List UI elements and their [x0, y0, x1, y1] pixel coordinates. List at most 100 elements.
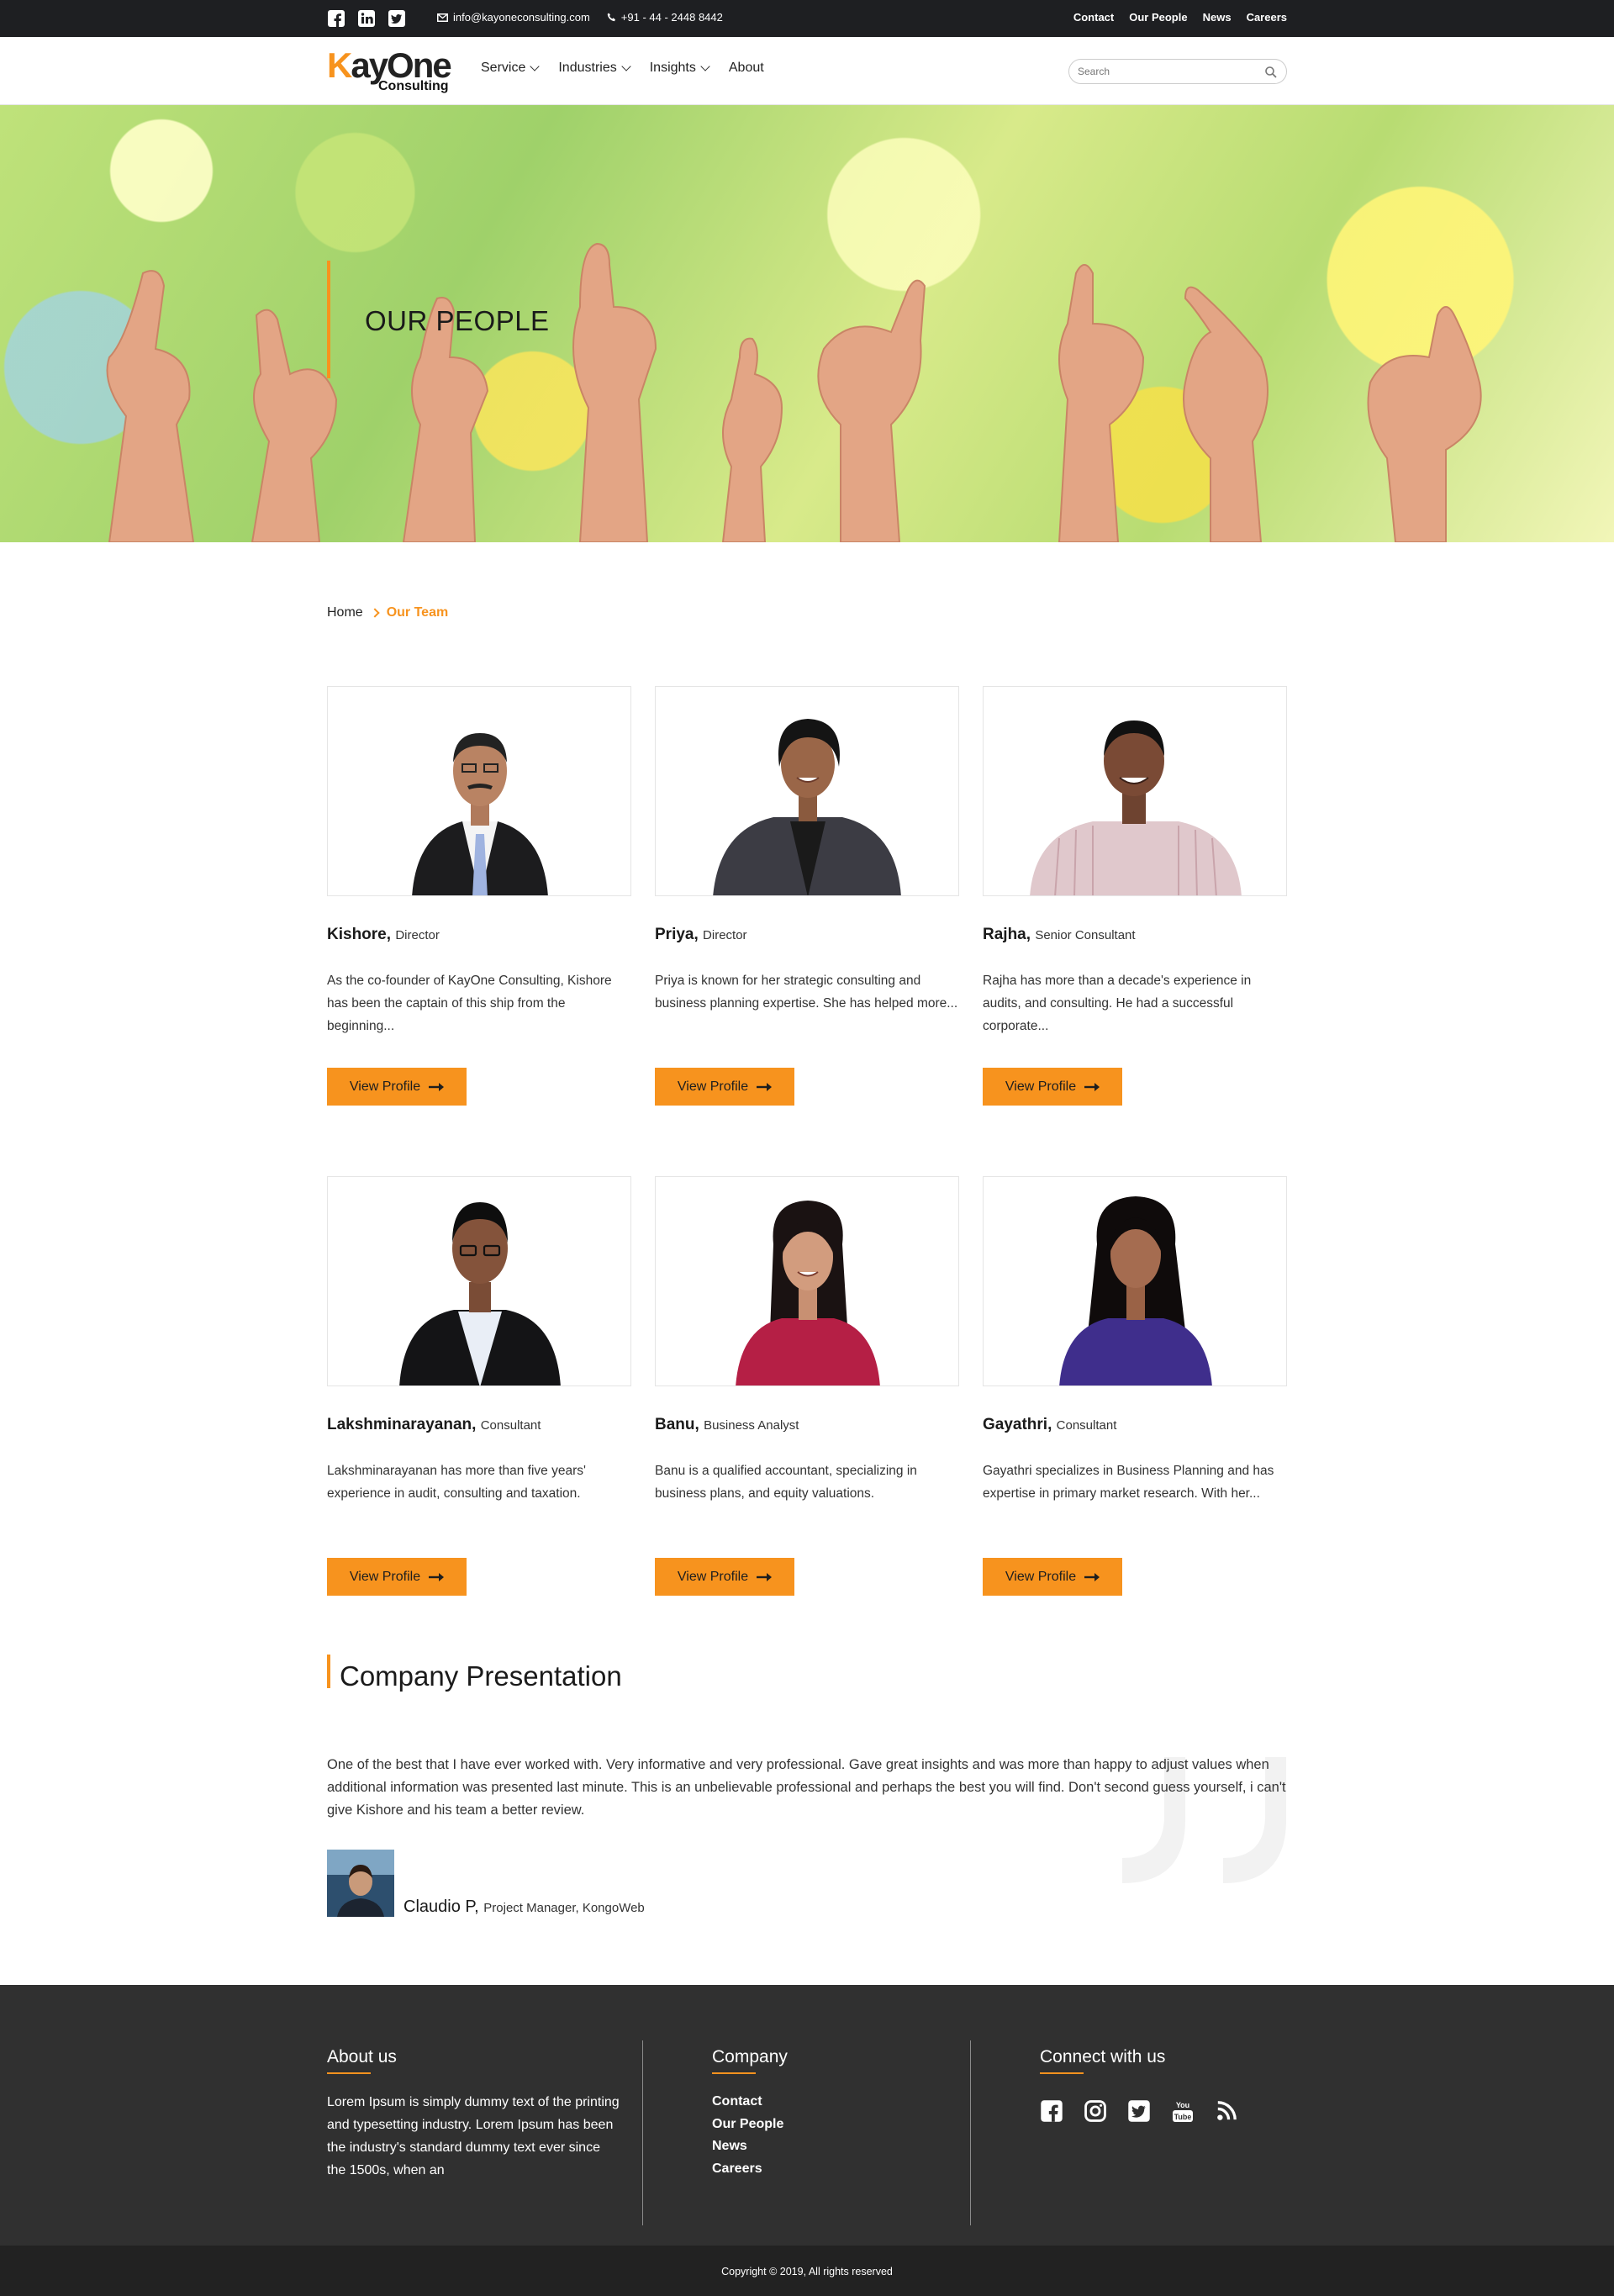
- person-photo: [655, 1176, 959, 1386]
- arrow-right-icon: [757, 1082, 773, 1091]
- footer-about-text: Lorem Ipsum is simply dummy text of the …: [327, 2095, 620, 2177]
- reviewer-info: Claudio P, Project Manager, KongoWeb: [404, 1897, 645, 1917]
- page-title: OUR PEOPLE: [365, 305, 550, 336]
- footer-link-news[interactable]: News: [712, 2135, 788, 2158]
- footer-link-careers[interactable]: Careers: [712, 2158, 788, 2181]
- search-icon[interactable]: [1264, 66, 1278, 79]
- menu-item-industries[interactable]: Industries: [558, 61, 631, 76]
- menu-label-insights: Insights: [649, 61, 696, 75]
- main-menu: Service Industries Insights About: [481, 61, 764, 76]
- menu-label-service: Service: [481, 61, 526, 75]
- person-description: Lakshminarayanan has more than five year…: [327, 1464, 586, 1501]
- view-profile-button[interactable]: View Profile: [655, 1558, 794, 1596]
- breadcrumb-current: Our Team: [386, 605, 449, 620]
- person-name-text: Priya,: [655, 926, 699, 943]
- chevron-down-icon: [530, 61, 541, 71]
- footer-divider: [642, 2040, 643, 2225]
- view-profile-button[interactable]: View Profile: [983, 1068, 1122, 1106]
- hero-title-accent: [327, 261, 330, 378]
- view-profile-button[interactable]: View Profile: [983, 1558, 1122, 1596]
- linkedin-icon[interactable]: [357, 9, 376, 28]
- email-text: info@kayoneconsulting.com: [453, 11, 590, 24]
- menu-item-service[interactable]: Service: [481, 61, 541, 76]
- kayone-logo[interactable]: KayOne Consulting: [327, 47, 453, 98]
- twitter-icon[interactable]: [388, 9, 406, 28]
- person-role: Director: [395, 928, 440, 942]
- youtube-icon-tube: Tube: [1174, 2113, 1192, 2121]
- footer-link-contact[interactable]: Contact: [712, 2091, 788, 2114]
- arrow-right-icon: [1084, 1082, 1100, 1091]
- footer-social-links: You Tube: [1040, 2099, 1238, 2123]
- person-name: Lakshminarayanan, Consultant: [327, 1416, 631, 1434]
- top-links: Contact Our People News Careers: [1073, 11, 1287, 24]
- email-contact[interactable]: info@kayoneconsulting.com: [437, 11, 590, 24]
- arrow-right-icon: [429, 1572, 445, 1581]
- phone-text: +91 - 44 - 2448 8442: [620, 11, 723, 24]
- team-card-gayathri: Gayathri, Consultant Gayathri specialize…: [983, 1176, 1287, 1596]
- top-contact-info: info@kayoneconsulting.com +91 - 44 - 244…: [437, 11, 723, 24]
- view-profile-label: View Profile: [349, 1079, 421, 1094]
- footer-connect-column: Connect with us You Tube: [1040, 2047, 1238, 2123]
- person-role: Consultant: [1056, 1418, 1117, 1433]
- top-link-our-people[interactable]: Our People: [1129, 11, 1187, 24]
- view-profile-label: View Profile: [349, 1569, 421, 1584]
- person-description: Priya is known for her strategic consult…: [655, 974, 958, 1011]
- instagram-icon[interactable]: [1084, 2099, 1107, 2123]
- chevron-down-icon: [621, 61, 631, 71]
- person-description: As the co-founder of KayOne Consulting, …: [327, 974, 612, 1033]
- menu-item-insights[interactable]: Insights: [649, 61, 710, 76]
- footer-company-title: Company: [712, 2047, 788, 2066]
- phone-contact[interactable]: +91 - 44 - 2448 8442: [607, 11, 723, 24]
- team-card-lakshminarayanan: Lakshminarayanan, Consultant Lakshminara…: [327, 1176, 631, 1596]
- view-profile-button[interactable]: View Profile: [327, 1068, 467, 1106]
- footer-company-links: Contact Our People News Careers: [712, 2091, 788, 2180]
- person-role: Business Analyst: [704, 1418, 799, 1433]
- footer-title-underline: [712, 2072, 756, 2074]
- rss-icon[interactable]: [1215, 2099, 1238, 2123]
- footer-divider: [970, 2040, 971, 2225]
- thumbs-up-hands-image: [106, 242, 1482, 542]
- menu-item-about[interactable]: About: [729, 61, 764, 76]
- person-name: Banu, Business Analyst: [655, 1416, 959, 1434]
- person-role: Consultant: [480, 1418, 541, 1433]
- team-card-banu: Banu, Business Analyst Banu is a qualifi…: [655, 1176, 959, 1596]
- person-photo: [983, 1176, 1287, 1386]
- person-photo: [983, 686, 1287, 896]
- person-description: Gayathri specializes in Business Plannin…: [983, 1464, 1274, 1501]
- footer-about-title: About us: [327, 2047, 397, 2066]
- person-photo: [327, 1176, 631, 1386]
- search-input[interactable]: [1078, 60, 1254, 83]
- copyright-bar: Copyright © 2019, All rights reserved: [0, 2246, 1614, 2296]
- person-description: Banu is a qualified accountant, speciali…: [655, 1464, 917, 1501]
- testimonial-quote: One of the best that I have ever worked …: [327, 1757, 1286, 1818]
- footer-title-underline: [1040, 2072, 1084, 2074]
- breadcrumb-home[interactable]: Home: [327, 605, 363, 620]
- view-profile-button[interactable]: View Profile: [327, 1558, 467, 1596]
- facebook-icon[interactable]: [327, 9, 345, 28]
- twitter-icon[interactable]: [1127, 2099, 1151, 2123]
- person-name-text: Kishore,: [327, 926, 392, 943]
- youtube-icon-you: You: [1176, 2101, 1189, 2109]
- youtube-icon[interactable]: You Tube: [1171, 2099, 1195, 2123]
- view-profile-button[interactable]: View Profile: [655, 1068, 794, 1106]
- menu-label-industries: Industries: [558, 61, 617, 75]
- top-link-contact[interactable]: Contact: [1073, 11, 1114, 24]
- hero-banner: OUR PEOPLE: [0, 105, 1614, 542]
- menu-label-about: About: [728, 61, 764, 75]
- logo-subtitle: Consulting: [378, 79, 449, 93]
- footer: [0, 1985, 1614, 2246]
- facebook-icon[interactable]: [1040, 2099, 1063, 2123]
- person-description: Rajha has more than a decade's experienc…: [983, 974, 1252, 1033]
- team-card-kishore: Kishore, Director As the co-founder of K…: [327, 686, 631, 1106]
- top-link-careers[interactable]: Careers: [1247, 11, 1287, 24]
- chevron-down-icon: [700, 61, 710, 71]
- footer-about-column: About us Lorem Ipsum is simply dummy tex…: [327, 2047, 621, 2182]
- top-link-news[interactable]: News: [1203, 11, 1232, 24]
- view-profile-label: View Profile: [677, 1569, 749, 1584]
- person-name-text: Rajha,: [983, 926, 1031, 943]
- chevron-right-icon: [370, 608, 380, 618]
- footer-title-underline: [327, 2072, 371, 2074]
- footer-link-our-people[interactable]: Our People: [712, 2114, 788, 2136]
- person-name-text: Gayathri,: [983, 1416, 1052, 1433]
- team-card-rajha: Rajha, Senior Consultant Rajha has more …: [983, 686, 1287, 1106]
